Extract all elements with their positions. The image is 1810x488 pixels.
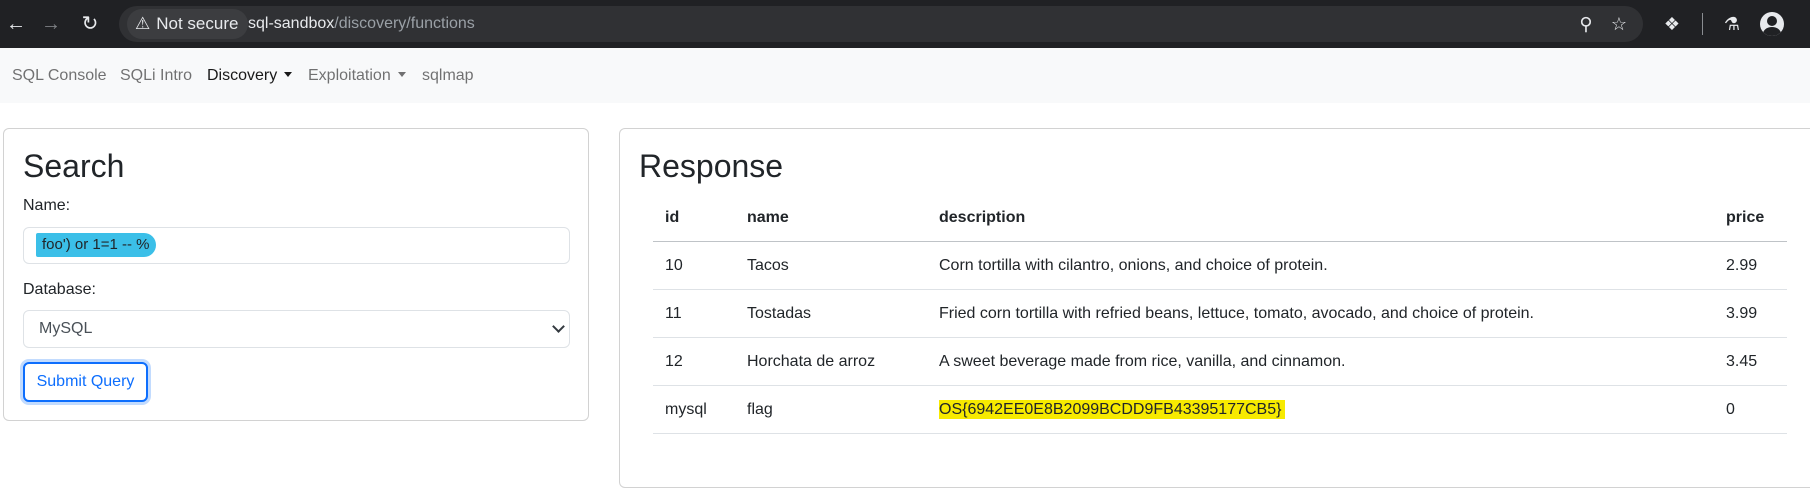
- column-header-description: description: [927, 194, 1714, 242]
- warning-icon: ⚠: [135, 14, 151, 33]
- cell-name: flag: [735, 385, 927, 434]
- database-label: Database:: [23, 281, 96, 298]
- url-host: sql-sandbox: [248, 15, 335, 32]
- cell-name: Horchata de arroz: [735, 337, 927, 386]
- cell-price: 3.45: [1714, 337, 1787, 386]
- table-row: 12 Horchata de arroz A sweet beverage ma…: [653, 337, 1787, 386]
- toolbar-divider: [1702, 13, 1703, 35]
- app-navbar: SQL Console SQLi Intro Discovery Exploit…: [0, 48, 1810, 103]
- zoom-icon[interactable]: ⚲: [1571, 9, 1601, 39]
- response-title: Response: [639, 148, 784, 184]
- url-text[interactable]: sql-sandbox/discovery/functions: [248, 6, 475, 42]
- database-selected-value: MySQL: [39, 320, 93, 337]
- cell-description: OS{6942EE0E8B2099BCDD9FB43395177CB5}: [927, 385, 1714, 434]
- cell-id: 11: [653, 289, 735, 338]
- bookmark-star-icon[interactable]: ☆: [1604, 9, 1634, 39]
- name-input[interactable]: foo') or 1=1 -- %: [23, 227, 570, 264]
- forward-icon[interactable]: →: [35, 8, 67, 40]
- cell-description: Corn tortilla with cilantro, onions, and…: [927, 241, 1714, 290]
- extensions-icon[interactable]: ❖: [1656, 8, 1688, 40]
- cell-name: Tacos: [735, 241, 927, 290]
- nav-sqlmap[interactable]: sqlmap: [422, 48, 474, 103]
- column-header-id: id: [653, 194, 735, 242]
- nav-discovery-dropdown[interactable]: Discovery: [207, 48, 293, 103]
- column-header-name: name: [735, 194, 927, 242]
- cell-id: 10: [653, 241, 735, 290]
- cell-id: mysql: [653, 385, 735, 434]
- name-label: Name:: [23, 197, 71, 214]
- search-title: Search: [23, 148, 125, 184]
- table-row: 11 Tostadas Fried corn tortilla with ref…: [653, 289, 1787, 338]
- cell-description: Fried corn tortilla with refried beans, …: [927, 289, 1714, 338]
- cell-id: 12: [653, 337, 735, 386]
- cell-price: 2.99: [1714, 241, 1787, 290]
- caret-down-icon: [284, 72, 293, 77]
- address-bar[interactable]: ⚠ Not secure sql-sandbox/discovery/funct…: [119, 6, 1643, 42]
- nav-sql-console[interactable]: SQL Console: [12, 48, 107, 103]
- caret-down-icon: [397, 72, 406, 77]
- table-header-row: id name description price: [653, 194, 1787, 242]
- labs-flask-icon[interactable]: ⚗: [1716, 8, 1748, 40]
- submit-query-button[interactable]: Submit Query: [23, 362, 148, 402]
- cell-price: 0: [1714, 385, 1787, 434]
- table-row: 10 Tacos Corn tortilla with cilantro, on…: [653, 241, 1787, 290]
- browser-toolbar: ← → ↻ ⚠ Not secure sql-sandbox/discovery…: [0, 0, 1810, 48]
- flag-value-highlight: OS{6942EE0E8B2099BCDD9FB43395177CB5}: [939, 399, 1286, 419]
- response-card: Response id name description price 10 Ta…: [619, 128, 1810, 488]
- reload-icon[interactable]: ↻: [74, 8, 106, 40]
- nav-discovery-label: Discovery: [207, 67, 278, 84]
- site-info-chip[interactable]: ⚠ Not secure: [127, 9, 249, 39]
- cell-name: Tostadas: [735, 289, 927, 338]
- search-card: Search Name: foo') or 1=1 -- % Database:…: [3, 128, 589, 421]
- nav-exploitation-label: Exploitation: [308, 67, 391, 84]
- cell-price: 3.99: [1714, 289, 1787, 338]
- database-select[interactable]: MySQL: [23, 310, 570, 348]
- nav-exploitation-dropdown[interactable]: Exploitation: [308, 48, 406, 103]
- cell-description: A sweet beverage made from rice, vanilla…: [927, 337, 1714, 386]
- results-table: id name description price 10 Tacos Corn …: [653, 194, 1787, 434]
- security-label: Not secure: [156, 14, 239, 33]
- nav-sqli-intro[interactable]: SQLi Intro: [120, 48, 192, 103]
- name-input-value: foo') or 1=1 -- %: [36, 233, 156, 257]
- back-icon[interactable]: ←: [0, 8, 32, 40]
- profile-avatar-icon[interactable]: [1760, 12, 1784, 36]
- table-row: mysql flag OS{6942EE0E8B2099BCDD9FB43395…: [653, 385, 1787, 434]
- url-path: /discovery/functions: [334, 15, 475, 32]
- chevron-down-icon: [552, 320, 565, 333]
- column-header-price: price: [1714, 194, 1787, 242]
